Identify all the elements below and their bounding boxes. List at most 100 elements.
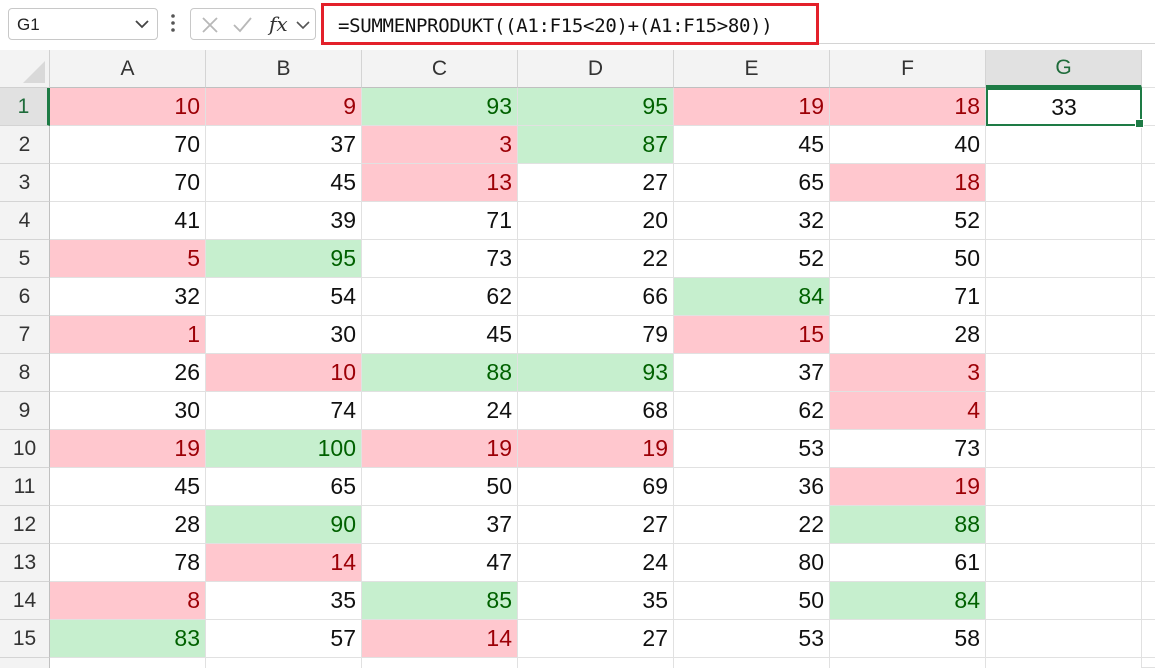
- cell-e9[interactable]: 62: [674, 392, 830, 430]
- cell-f13[interactable]: 61: [830, 544, 986, 582]
- cell-a11[interactable]: 45: [50, 468, 206, 506]
- cell-c2[interactable]: 3: [362, 126, 518, 164]
- cell-d3[interactable]: 27: [518, 164, 674, 202]
- cell-c10[interactable]: 19: [362, 430, 518, 468]
- cell-row16[interactable]: [830, 658, 986, 668]
- cell-f12[interactable]: 88: [830, 506, 986, 544]
- cell-b10[interactable]: 100: [206, 430, 362, 468]
- select-all-button[interactable]: [0, 50, 50, 88]
- result-cell-g1[interactable]: 33: [986, 88, 1144, 128]
- cell-g4[interactable]: [986, 202, 1142, 240]
- row-header-7[interactable]: 7: [0, 316, 50, 354]
- cell-b12[interactable]: 90: [206, 506, 362, 544]
- cell-e4[interactable]: 32: [674, 202, 830, 240]
- cell-f1[interactable]: 18: [830, 88, 986, 126]
- cell-d5[interactable]: 22: [518, 240, 674, 278]
- cell-c11[interactable]: 50: [362, 468, 518, 506]
- cell-d2[interactable]: 87: [518, 126, 674, 164]
- cell-d4[interactable]: 20: [518, 202, 674, 240]
- cell-d14[interactable]: 35: [518, 582, 674, 620]
- cell-d15[interactable]: 27: [518, 620, 674, 658]
- cell-c8[interactable]: 88: [362, 354, 518, 392]
- cell-c5[interactable]: 73: [362, 240, 518, 278]
- cell-b7[interactable]: 30: [206, 316, 362, 354]
- cell-e7[interactable]: 15: [674, 316, 830, 354]
- cell-f15[interactable]: 58: [830, 620, 986, 658]
- cell-a1[interactable]: 10: [50, 88, 206, 126]
- row-header-4[interactable]: 4: [0, 202, 50, 240]
- cell-d10[interactable]: 19: [518, 430, 674, 468]
- cell-f14[interactable]: 84: [830, 582, 986, 620]
- cell-f7[interactable]: 28: [830, 316, 986, 354]
- checkmark-icon[interactable]: [231, 14, 253, 36]
- cell-b13[interactable]: 14: [206, 544, 362, 582]
- column-header-b[interactable]: B: [206, 50, 362, 88]
- row-header-9[interactable]: 9: [0, 392, 50, 430]
- cell-a14[interactable]: 8: [50, 582, 206, 620]
- row-header-14[interactable]: 14: [0, 582, 50, 620]
- cell-a5[interactable]: 5: [50, 240, 206, 278]
- cell-a13[interactable]: 78: [50, 544, 206, 582]
- column-header-a[interactable]: A: [50, 50, 206, 88]
- cell-d8[interactable]: 93: [518, 354, 674, 392]
- row-header-6[interactable]: 6: [0, 278, 50, 316]
- cell-e12[interactable]: 22: [674, 506, 830, 544]
- cell-a3[interactable]: 70: [50, 164, 206, 202]
- cell-f4[interactable]: 52: [830, 202, 986, 240]
- cell-g3[interactable]: [986, 164, 1142, 202]
- cell-b4[interactable]: 39: [206, 202, 362, 240]
- cell-e5[interactable]: 52: [674, 240, 830, 278]
- row-header-8[interactable]: 8: [0, 354, 50, 392]
- cell-e15[interactable]: 53: [674, 620, 830, 658]
- column-header-d[interactable]: D: [518, 50, 674, 88]
- cell-g7[interactable]: [986, 316, 1142, 354]
- cell-d11[interactable]: 69: [518, 468, 674, 506]
- cell-g13[interactable]: [986, 544, 1142, 582]
- cell-b9[interactable]: 74: [206, 392, 362, 430]
- cell-g10[interactable]: [986, 430, 1142, 468]
- row-header-5[interactable]: 5: [0, 240, 50, 278]
- cell-g14[interactable]: [986, 582, 1142, 620]
- row-header-10[interactable]: 10: [0, 430, 50, 468]
- cell-b14[interactable]: 35: [206, 582, 362, 620]
- cell-a8[interactable]: 26: [50, 354, 206, 392]
- cell-row16[interactable]: [362, 658, 518, 668]
- cell-g6[interactable]: [986, 278, 1142, 316]
- cell-b1[interactable]: 9: [206, 88, 362, 126]
- cell-g5[interactable]: [986, 240, 1142, 278]
- cell-f2[interactable]: 40: [830, 126, 986, 164]
- cell-e14[interactable]: 50: [674, 582, 830, 620]
- cell-d9[interactable]: 68: [518, 392, 674, 430]
- column-header-e[interactable]: E: [674, 50, 830, 88]
- cell-c6[interactable]: 62: [362, 278, 518, 316]
- cell-row16[interactable]: [986, 658, 1142, 668]
- cell-c12[interactable]: 37: [362, 506, 518, 544]
- cell-b15[interactable]: 57: [206, 620, 362, 658]
- cell-g15[interactable]: [986, 620, 1142, 658]
- column-header-g[interactable]: G: [986, 50, 1142, 88]
- cell-e10[interactable]: 53: [674, 430, 830, 468]
- cell-e2[interactable]: 45: [674, 126, 830, 164]
- cell-b6[interactable]: 54: [206, 278, 362, 316]
- cell-b5[interactable]: 95: [206, 240, 362, 278]
- cell-f9[interactable]: 4: [830, 392, 986, 430]
- cell-c14[interactable]: 85: [362, 582, 518, 620]
- cell-c4[interactable]: 71: [362, 202, 518, 240]
- cell-f10[interactable]: 73: [830, 430, 986, 468]
- cell-g2[interactable]: [986, 126, 1142, 164]
- cell-a10[interactable]: 19: [50, 430, 206, 468]
- cell-d12[interactable]: 27: [518, 506, 674, 544]
- row-header-2[interactable]: 2: [0, 126, 50, 164]
- cell-e3[interactable]: 65: [674, 164, 830, 202]
- chevron-down-icon[interactable]: [133, 15, 151, 33]
- row-header-13[interactable]: 13: [0, 544, 50, 582]
- cell-c9[interactable]: 24: [362, 392, 518, 430]
- row-header-12[interactable]: 12: [0, 506, 50, 544]
- cell-c7[interactable]: 45: [362, 316, 518, 354]
- cell-row16[interactable]: [50, 658, 206, 668]
- cell-e8[interactable]: 37: [674, 354, 830, 392]
- cell-f3[interactable]: 18: [830, 164, 986, 202]
- cell-a6[interactable]: 32: [50, 278, 206, 316]
- column-header-f[interactable]: F: [830, 50, 986, 88]
- vertical-dots-icon[interactable]: [166, 11, 180, 35]
